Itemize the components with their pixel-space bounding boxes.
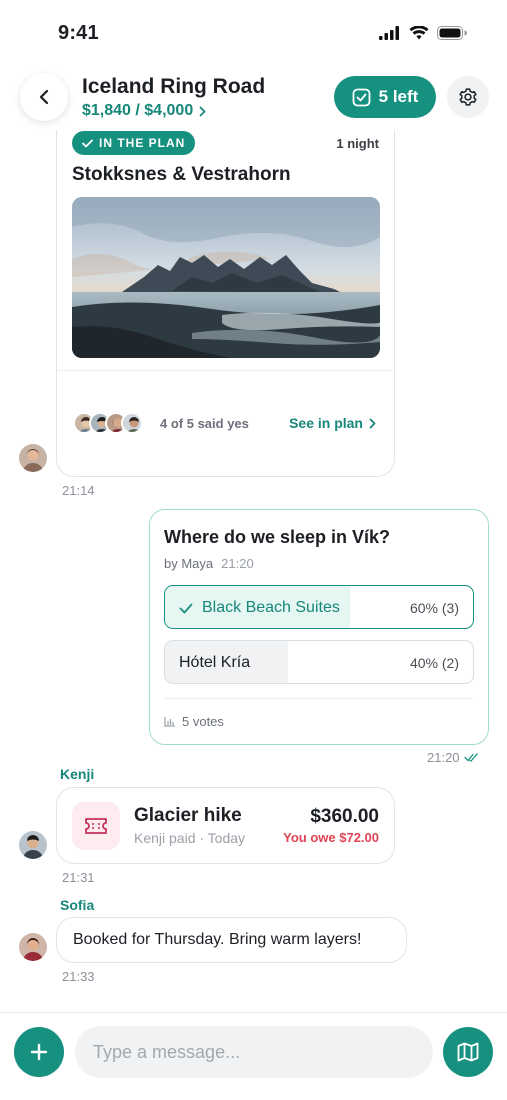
poll-option-label: Black Beach Suites [179, 599, 340, 617]
message-time: 21:14 [62, 483, 95, 498]
bar-chart-icon [164, 717, 175, 727]
wifi-icon [409, 26, 429, 40]
gear-icon [459, 88, 477, 106]
avatar[interactable] [19, 831, 47, 859]
poll-votes: 5 votes [164, 714, 224, 729]
tasks-button[interactable]: 5 left [334, 76, 436, 118]
expense-title: Glacier hike [134, 805, 242, 826]
plan-nights: 1 night [336, 136, 379, 151]
sender-name: Sofia [60, 897, 95, 913]
back-button[interactable] [20, 73, 68, 121]
poll-question: Where do we sleep in Vík? [164, 527, 391, 547]
plan-card[interactable]: IN THE PLAN 1 night Stokksnes & Vestraho… [56, 112, 395, 477]
expense-subtitle: Kenji paid · Today [134, 830, 246, 846]
poll-option-hotel-kria[interactable]: Hótel Kría 40% (2) [164, 640, 474, 684]
plan-place-name: Stokksnes & Vestrahorn [72, 164, 291, 185]
poll-option-result: 40% (2) [409, 655, 459, 671]
poll-option-label: Hótel Kría [179, 654, 250, 672]
ticket-tile [72, 802, 120, 850]
chevron-right-icon [369, 418, 376, 428]
poll-option-black-beach-suites[interactable]: Black Beach Suites 60% (3) [164, 585, 474, 629]
poll-posted-time: 21:20 [221, 556, 254, 571]
battery-icon [437, 26, 467, 40]
checkbox-icon [352, 88, 371, 106]
poll-votes-label: 5 votes [182, 714, 224, 729]
ticket-icon [85, 818, 107, 834]
map-button[interactable] [443, 1027, 493, 1077]
map-icon [457, 1042, 479, 1062]
in-plan-label: IN THE PLAN [99, 136, 186, 150]
budget-label: $1,840 / $4,000 [82, 102, 194, 119]
message-bubble[interactable]: Booked for Thursday. Bring warm layers! [56, 917, 407, 963]
plan-photo[interactable] [72, 197, 380, 358]
composer [0, 1012, 507, 1100]
voter-avatars [73, 412, 143, 434]
status-icons [379, 26, 467, 40]
double-check-icon [463, 753, 478, 762]
poll-option-text: Black Beach Suites [202, 599, 340, 616]
voter-avatar [121, 412, 143, 434]
see-in-plan-link[interactable]: See in plan [289, 415, 376, 431]
trip-budget[interactable]: $1,840 / $4,000 [82, 102, 206, 120]
avatar[interactable] [19, 933, 47, 961]
add-attachment-button[interactable] [14, 1027, 64, 1077]
votes-summary: 4 of 5 said yes [160, 416, 249, 431]
signal-icon [379, 26, 399, 40]
poll-option-text: Hótel Kría [179, 654, 251, 671]
trip-title: Iceland Ring Road [82, 75, 266, 98]
chevron-left-icon [39, 89, 49, 105]
status-time: 9:41 [58, 22, 99, 44]
plus-icon [30, 1043, 48, 1061]
check-icon [179, 603, 193, 613]
check-icon [82, 139, 93, 147]
chat-header: Iceland Ring Road $1,840 / $4,000 5 left [0, 66, 507, 130]
poll-author: by Maya [164, 556, 214, 571]
in-plan-badge: IN THE PLAN [72, 131, 196, 155]
avatar[interactable] [19, 444, 47, 472]
expense-amount: $360.00 [310, 806, 379, 827]
poll-message-time: 21:20 [427, 750, 479, 765]
plan-divider [57, 370, 394, 371]
message-time: 21:20 [427, 750, 460, 765]
message-time: 21:31 [62, 870, 95, 885]
settings-button[interactable] [447, 76, 489, 118]
poll-card: Where do we sleep in Vík? by Maya 21:20 B… [149, 509, 489, 745]
poll-option-result: 60% (3) [409, 600, 459, 616]
message-time: 21:33 [62, 969, 95, 984]
sender-name: Kenji [60, 766, 95, 782]
expense-card[interactable]: Glacier hike Kenji paid · Today $360.00 … [56, 787, 395, 864]
poll-divider [164, 698, 474, 699]
message-input[interactable] [75, 1026, 433, 1078]
expense-owe: You owe $72.00 [283, 830, 379, 845]
status-bar: 9:41 [0, 0, 507, 62]
chevron-right-icon [199, 106, 206, 116]
tasks-label: 5 left [378, 87, 419, 106]
poll-meta: by Maya 21:20 [164, 556, 254, 571]
see-in-plan-label: See in plan [289, 415, 363, 431]
